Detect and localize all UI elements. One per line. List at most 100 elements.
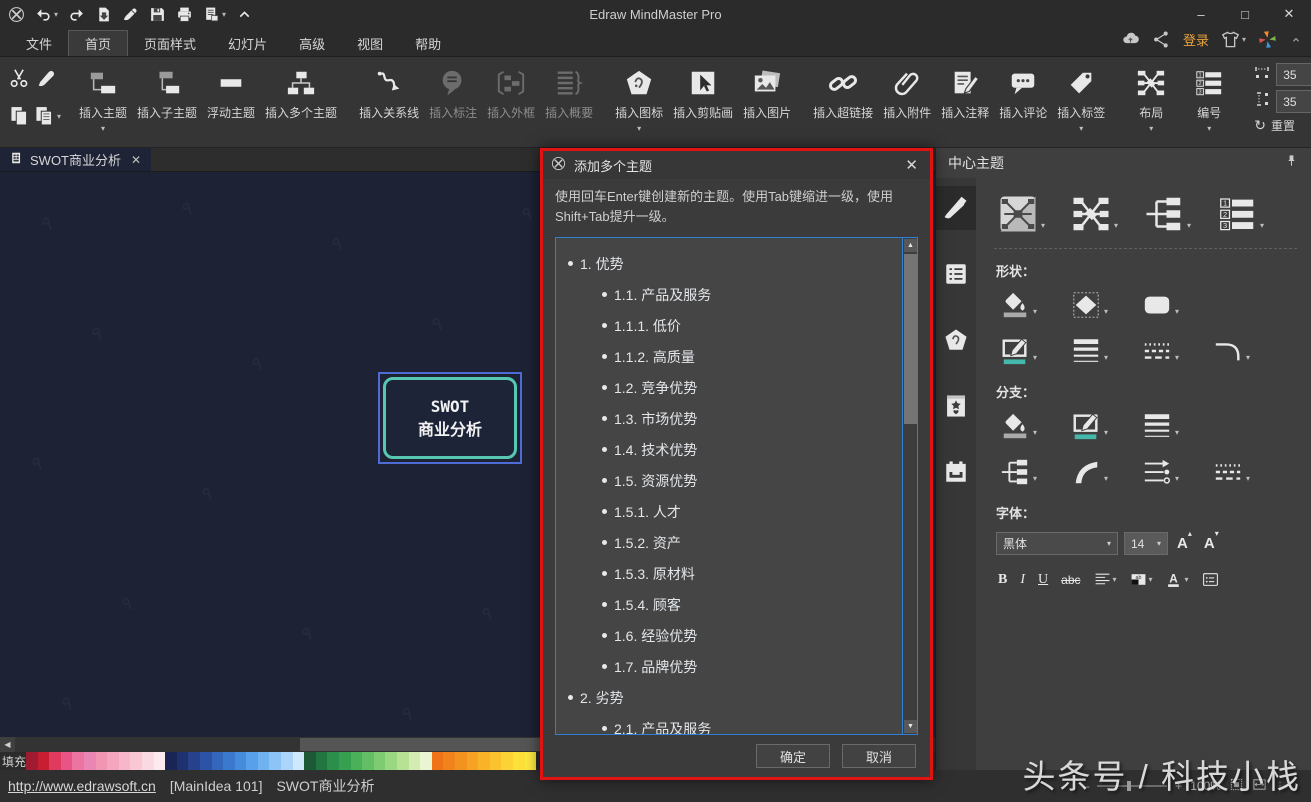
color-swatch-20[interactable]: [246, 752, 258, 770]
insert-subtopic-button[interactable]: 插入子主题: [132, 62, 202, 134]
topic-item-16[interactable]: 2.1. 产品及服务: [556, 713, 917, 735]
topic-item-8[interactable]: 1.5. 资源优势: [556, 465, 917, 496]
color-swatch-21[interactable]: [258, 752, 270, 770]
color-swatch-12[interactable]: [154, 752, 166, 770]
color-swatch-25[interactable]: [304, 752, 316, 770]
border-pen-button[interactable]: ▾: [1071, 411, 1108, 441]
color-swatch-44[interactable]: [525, 752, 537, 770]
floating-topic-button[interactable]: 浮动主题: [202, 62, 260, 134]
line-weight-button[interactable]: ▾: [1142, 411, 1179, 441]
login-link[interactable]: 登录: [1183, 30, 1209, 49]
insert-hyperlink-button[interactable]: 插入超链接: [808, 62, 878, 134]
color-swatch-39[interactable]: [467, 752, 479, 770]
color-swatch-36[interactable]: [432, 752, 444, 770]
color-swatch-31[interactable]: [374, 752, 386, 770]
menu-item-5[interactable]: 高级: [283, 30, 341, 56]
color-swatch-38[interactable]: [455, 752, 467, 770]
color-swatch-32[interactable]: [385, 752, 397, 770]
color-swatch-42[interactable]: [501, 752, 513, 770]
underline-button[interactable]: U: [1038, 572, 1048, 588]
cancel-button[interactable]: 取消: [842, 744, 916, 768]
strikethrough-button[interactable]: abc: [1061, 573, 1080, 587]
corner-style-button[interactable]: ▾: [1213, 336, 1250, 366]
list-scrollbar[interactable]: ▲ ▼: [902, 238, 917, 734]
menu-item-7[interactable]: 帮助: [399, 30, 457, 56]
tab-close-icon[interactable]: ✕: [131, 153, 141, 167]
scroll-down-arrow[interactable]: ▼: [904, 720, 917, 733]
scroll-left-arrow[interactable]: ◀: [0, 737, 15, 752]
insert-comment-button[interactable]: 插入评论: [994, 62, 1052, 134]
color-swatch-35[interactable]: [420, 752, 432, 770]
text-options-button[interactable]: [1202, 571, 1219, 588]
color-swatch-11[interactable]: [142, 752, 154, 770]
color-swatch-4[interactable]: [61, 752, 73, 770]
decrease-font-button[interactable]: A▾: [1201, 535, 1222, 552]
line-weight-button[interactable]: ▾: [1071, 336, 1108, 366]
collapse-ribbon-icon[interactable]: [1289, 33, 1303, 47]
color-swatch-41[interactable]: [490, 752, 502, 770]
menu-item-4[interactable]: 幻灯片: [212, 30, 283, 56]
dash-style-button[interactable]: ▾: [1213, 457, 1250, 487]
color-swatch-15[interactable]: [188, 752, 200, 770]
dialog-close-icon[interactable]: ✕: [901, 156, 922, 174]
color-swatch-2[interactable]: [38, 752, 50, 770]
topic-item-3[interactable]: 1.1.1. 低价: [556, 310, 917, 341]
fill-bucket-button[interactable]: ▾: [1000, 411, 1037, 441]
shape-diamond-button[interactable]: ▾: [1071, 290, 1108, 320]
color-swatch-27[interactable]: [327, 752, 339, 770]
color-swatch-1[interactable]: [26, 752, 38, 770]
align-button[interactable]: ▾: [1094, 571, 1117, 588]
color-swatch-43[interactable]: [513, 752, 525, 770]
border-pen-button[interactable]: ▾: [1000, 336, 1037, 366]
insert-multiple-topics-button[interactable]: 插入多个主题: [260, 62, 342, 134]
paste-button[interactable]: ▾: [33, 105, 61, 127]
menu-item-3[interactable]: 页面样式: [128, 30, 212, 56]
color-swatch-3[interactable]: [49, 752, 61, 770]
list-scroll-thumb[interactable]: [904, 254, 917, 424]
layoutx-button[interactable]: ▾: [1071, 194, 1118, 234]
color-swatch-5[interactable]: [72, 752, 84, 770]
color-swatch-10[interactable]: [130, 752, 142, 770]
numbering-button[interactable]: 123编号▾: [1180, 62, 1238, 134]
color-swatch-34[interactable]: [409, 752, 421, 770]
color-swatch-40[interactable]: [478, 752, 490, 770]
tree-structure-button[interactable]: ▾: [1144, 194, 1191, 234]
bold-button[interactable]: B: [998, 572, 1007, 588]
menu-item-6[interactable]: 视图: [341, 30, 399, 56]
shape-rounded-button[interactable]: ▾: [1142, 290, 1179, 320]
brand-logo-icon[interactable]: [1258, 30, 1277, 49]
tree-structure-button[interactable]: ▾: [1000, 457, 1037, 487]
color-swatch-8[interactable]: [107, 752, 119, 770]
topics-list-box[interactable]: 1. 优势1.1. 产品及服务1.1.1. 低价1.1.2. 高质量1.2. 竞…: [555, 237, 918, 735]
shirt-icon[interactable]: ▾: [1221, 30, 1246, 49]
color-swatch-14[interactable]: [177, 752, 189, 770]
cut-button[interactable]: [8, 67, 30, 89]
panel-tab-clipart-pane[interactable]: [936, 318, 976, 362]
topic-item-14[interactable]: 1.7. 品牌优势: [556, 651, 917, 682]
fill-bucket-button[interactable]: ▾: [1000, 290, 1037, 320]
horizontal-spacing-input[interactable]: 35▲▼: [1276, 63, 1311, 86]
font-size-select[interactable]: 14 ▾: [1124, 532, 1168, 555]
insert-attachment-button[interactable]: 插入附件: [878, 62, 936, 134]
color-swatch-6[interactable]: [84, 752, 96, 770]
layout-button[interactable]: 布局▾: [1122, 62, 1180, 134]
color-swatch-7[interactable]: [96, 752, 108, 770]
topic-item-9[interactable]: 1.5.1. 人才: [556, 496, 917, 527]
color-swatch-22[interactable]: [269, 752, 281, 770]
website-link[interactable]: http://www.edrawsoft.cn: [8, 778, 156, 794]
reset-button[interactable]: ↻重置: [1254, 117, 1311, 134]
central-topic-node[interactable]: SWOT 商业分析: [383, 377, 517, 459]
color-swatch-33[interactable]: [397, 752, 409, 770]
panel-tab-outline-list[interactable]: [936, 252, 976, 296]
topic-item-4[interactable]: 1.1.2. 高质量: [556, 341, 917, 372]
format-painter-button[interactable]: [36, 67, 58, 89]
font-color-button[interactable]: A▾: [1166, 571, 1189, 588]
dash-style-button[interactable]: ▾: [1142, 336, 1179, 366]
maximize-button[interactable]: □: [1223, 0, 1267, 28]
insert-tag-button[interactable]: 插入标签▾: [1052, 62, 1110, 134]
minimize-button[interactable]: –: [1179, 0, 1223, 28]
pin-icon[interactable]: [1284, 154, 1299, 172]
color-swatch-24[interactable]: [293, 752, 305, 770]
topic-item-6[interactable]: 1.3. 市场优势: [556, 403, 917, 434]
font-family-select[interactable]: 黑体 ▾: [996, 532, 1118, 555]
